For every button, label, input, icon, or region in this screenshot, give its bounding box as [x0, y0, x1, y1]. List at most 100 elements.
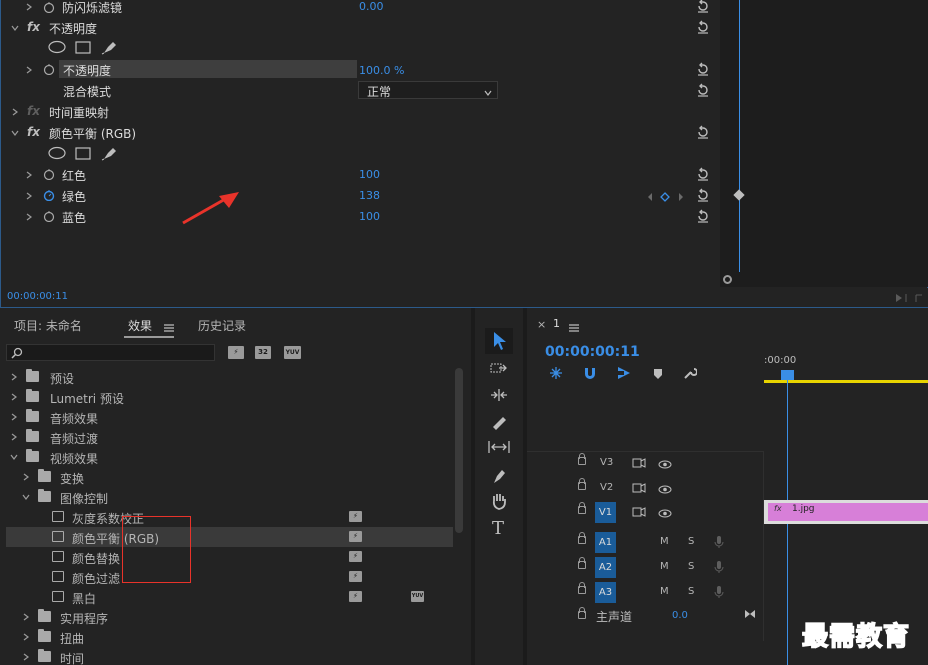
sync-lock-icon[interactable]: [632, 457, 646, 471]
lock-icon[interactable]: [578, 557, 586, 569]
stopwatch-icon[interactable]: [43, 168, 55, 183]
track-target-a3[interactable]: A3: [595, 582, 616, 603]
tree-item-time[interactable]: 时间: [6, 647, 453, 665]
chevron-right-icon[interactable]: [11, 108, 21, 118]
razor-tool-icon[interactable]: [490, 414, 508, 433]
chevron-right-icon[interactable]: [10, 413, 20, 423]
reset-icon[interactable]: [696, 62, 710, 76]
mask-ellipse-icon[interactable]: [47, 146, 67, 163]
tree-item-presets[interactable]: 预设: [6, 367, 453, 387]
sync-lock-icon[interactable]: [632, 482, 646, 496]
track-target-a1[interactable]: A1: [595, 532, 616, 553]
stopwatch-icon[interactable]: [43, 63, 55, 78]
chevron-right-icon[interactable]: [22, 653, 32, 663]
hand-tool-icon[interactable]: [490, 492, 508, 513]
chevron-right-icon[interactable]: [22, 473, 32, 483]
chevron-down-icon[interactable]: [22, 493, 32, 503]
tab-effects[interactable]: 效果: [128, 317, 152, 334]
microphone-icon[interactable]: [714, 535, 724, 552]
stopwatch-icon[interactable]: [43, 1, 55, 16]
sequence-tab[interactable]: 1: [553, 317, 560, 330]
chevron-right-icon[interactable]: [25, 66, 35, 76]
tree-item-color-balance-rgb[interactable]: 颜色平衡 (RGB) ⚡: [6, 527, 453, 547]
playhead-line-ec[interactable]: [739, 0, 740, 272]
chevron-right-icon[interactable]: [22, 613, 32, 623]
tree-item-image-control[interactable]: 图像控制: [6, 487, 453, 507]
solo-button[interactable]: S: [688, 536, 694, 547]
fx-badge[interactable]: fx: [27, 125, 40, 139]
tree-scrollbar[interactable]: [455, 368, 463, 533]
panel-menu-icon[interactable]: [164, 321, 174, 335]
chevron-down-icon[interactable]: [10, 453, 20, 463]
sync-lock-icon[interactable]: [632, 506, 646, 520]
mask-pen-icon[interactable]: [101, 39, 119, 58]
track-target-v1[interactable]: V1: [595, 502, 616, 523]
reset-icon[interactable]: [696, 0, 710, 13]
next-keyframe-icon[interactable]: [677, 191, 685, 205]
mute-button[interactable]: M: [660, 561, 669, 572]
video-clip[interactable]: fx 1.jpg: [768, 503, 928, 521]
slip-tool-icon[interactable]: [488, 440, 510, 457]
fx-badge[interactable]: fx: [27, 20, 40, 34]
tree-item-utility[interactable]: 实用程序: [6, 607, 453, 627]
timeline-timecode[interactable]: 00:00:00:11: [545, 344, 640, 360]
stopwatch-active-icon[interactable]: [43, 189, 55, 204]
mask-rectangle-icon[interactable]: [75, 41, 91, 58]
add-marker-icon[interactable]: [653, 368, 663, 383]
chevron-right-icon[interactable]: [25, 3, 35, 13]
tab-project[interactable]: 项目: 未命名: [14, 317, 82, 334]
tree-item-color-pass[interactable]: 颜色过滤 ⚡: [6, 567, 453, 587]
mask-pen-icon[interactable]: [101, 145, 119, 164]
param-value[interactable]: 100: [359, 168, 380, 181]
accelerated-effects-filter-icon[interactable]: ⚡: [228, 346, 244, 359]
chevron-right-icon[interactable]: [25, 171, 35, 181]
reset-icon[interactable]: [696, 209, 710, 223]
mask-ellipse-icon[interactable]: [47, 40, 67, 57]
tree-item-transform[interactable]: 变换: [6, 467, 453, 487]
solo-button[interactable]: S: [688, 586, 694, 597]
mute-button[interactable]: M: [660, 586, 669, 597]
chevron-right-icon[interactable]: [25, 213, 35, 223]
playhead-handle[interactable]: [781, 370, 794, 380]
reset-icon[interactable]: [696, 125, 710, 139]
type-tool[interactable]: T: [492, 518, 504, 539]
lock-icon[interactable]: [578, 532, 586, 544]
lock-icon[interactable]: [578, 453, 586, 465]
chevron-right-icon[interactable]: [10, 373, 20, 383]
lock-icon[interactable]: [578, 478, 586, 490]
mask-rectangle-icon[interactable]: [75, 147, 91, 164]
track-target-a2[interactable]: A2: [595, 557, 616, 578]
stopwatch-icon[interactable]: [43, 210, 55, 225]
chevron-down-icon[interactable]: [11, 129, 21, 139]
tree-item-video-effects[interactable]: 视频效果: [6, 447, 453, 467]
nest-toggle-icon[interactable]: [549, 366, 563, 383]
microphone-icon[interactable]: [714, 560, 724, 577]
scroll-handle-icon[interactable]: [723, 275, 732, 284]
tree-item-black-white[interactable]: 黑白 ⚡ YUV: [6, 587, 453, 607]
tree-item-gamma-correction[interactable]: 灰度系数校正 ⚡: [6, 507, 453, 527]
eye-icon[interactable]: [658, 507, 672, 521]
yuv-filter-button[interactable]: YUV: [284, 346, 301, 359]
linked-selection-icon[interactable]: [616, 366, 632, 383]
keyframe-area[interactable]: [720, 0, 928, 272]
mute-button[interactable]: M: [660, 536, 669, 547]
param-value[interactable]: 100.0 %: [359, 64, 404, 77]
blend-mode-select[interactable]: 正常: [358, 81, 498, 99]
tab-history[interactable]: 历史记录: [198, 317, 246, 334]
track-select-tool-icon[interactable]: [490, 362, 508, 379]
eye-icon[interactable]: [658, 483, 672, 497]
work-area-bar[interactable]: [764, 380, 928, 383]
param-value[interactable]: 100: [359, 210, 380, 223]
ripple-edit-tool-icon[interactable]: [489, 388, 509, 405]
play-audio-icon[interactable]: [894, 292, 924, 307]
eye-icon[interactable]: [658, 458, 672, 472]
search-input[interactable]: [6, 344, 215, 361]
chevron-right-icon[interactable]: [22, 633, 32, 643]
chevron-right-icon[interactable]: [10, 393, 20, 403]
chevron-right-icon[interactable]: [10, 433, 20, 443]
panel-menu-icon[interactable]: [569, 321, 579, 335]
reset-icon[interactable]: [696, 167, 710, 181]
reset-icon[interactable]: [696, 20, 710, 34]
chevron-down-icon[interactable]: [11, 24, 21, 34]
param-value[interactable]: 138: [359, 189, 380, 202]
